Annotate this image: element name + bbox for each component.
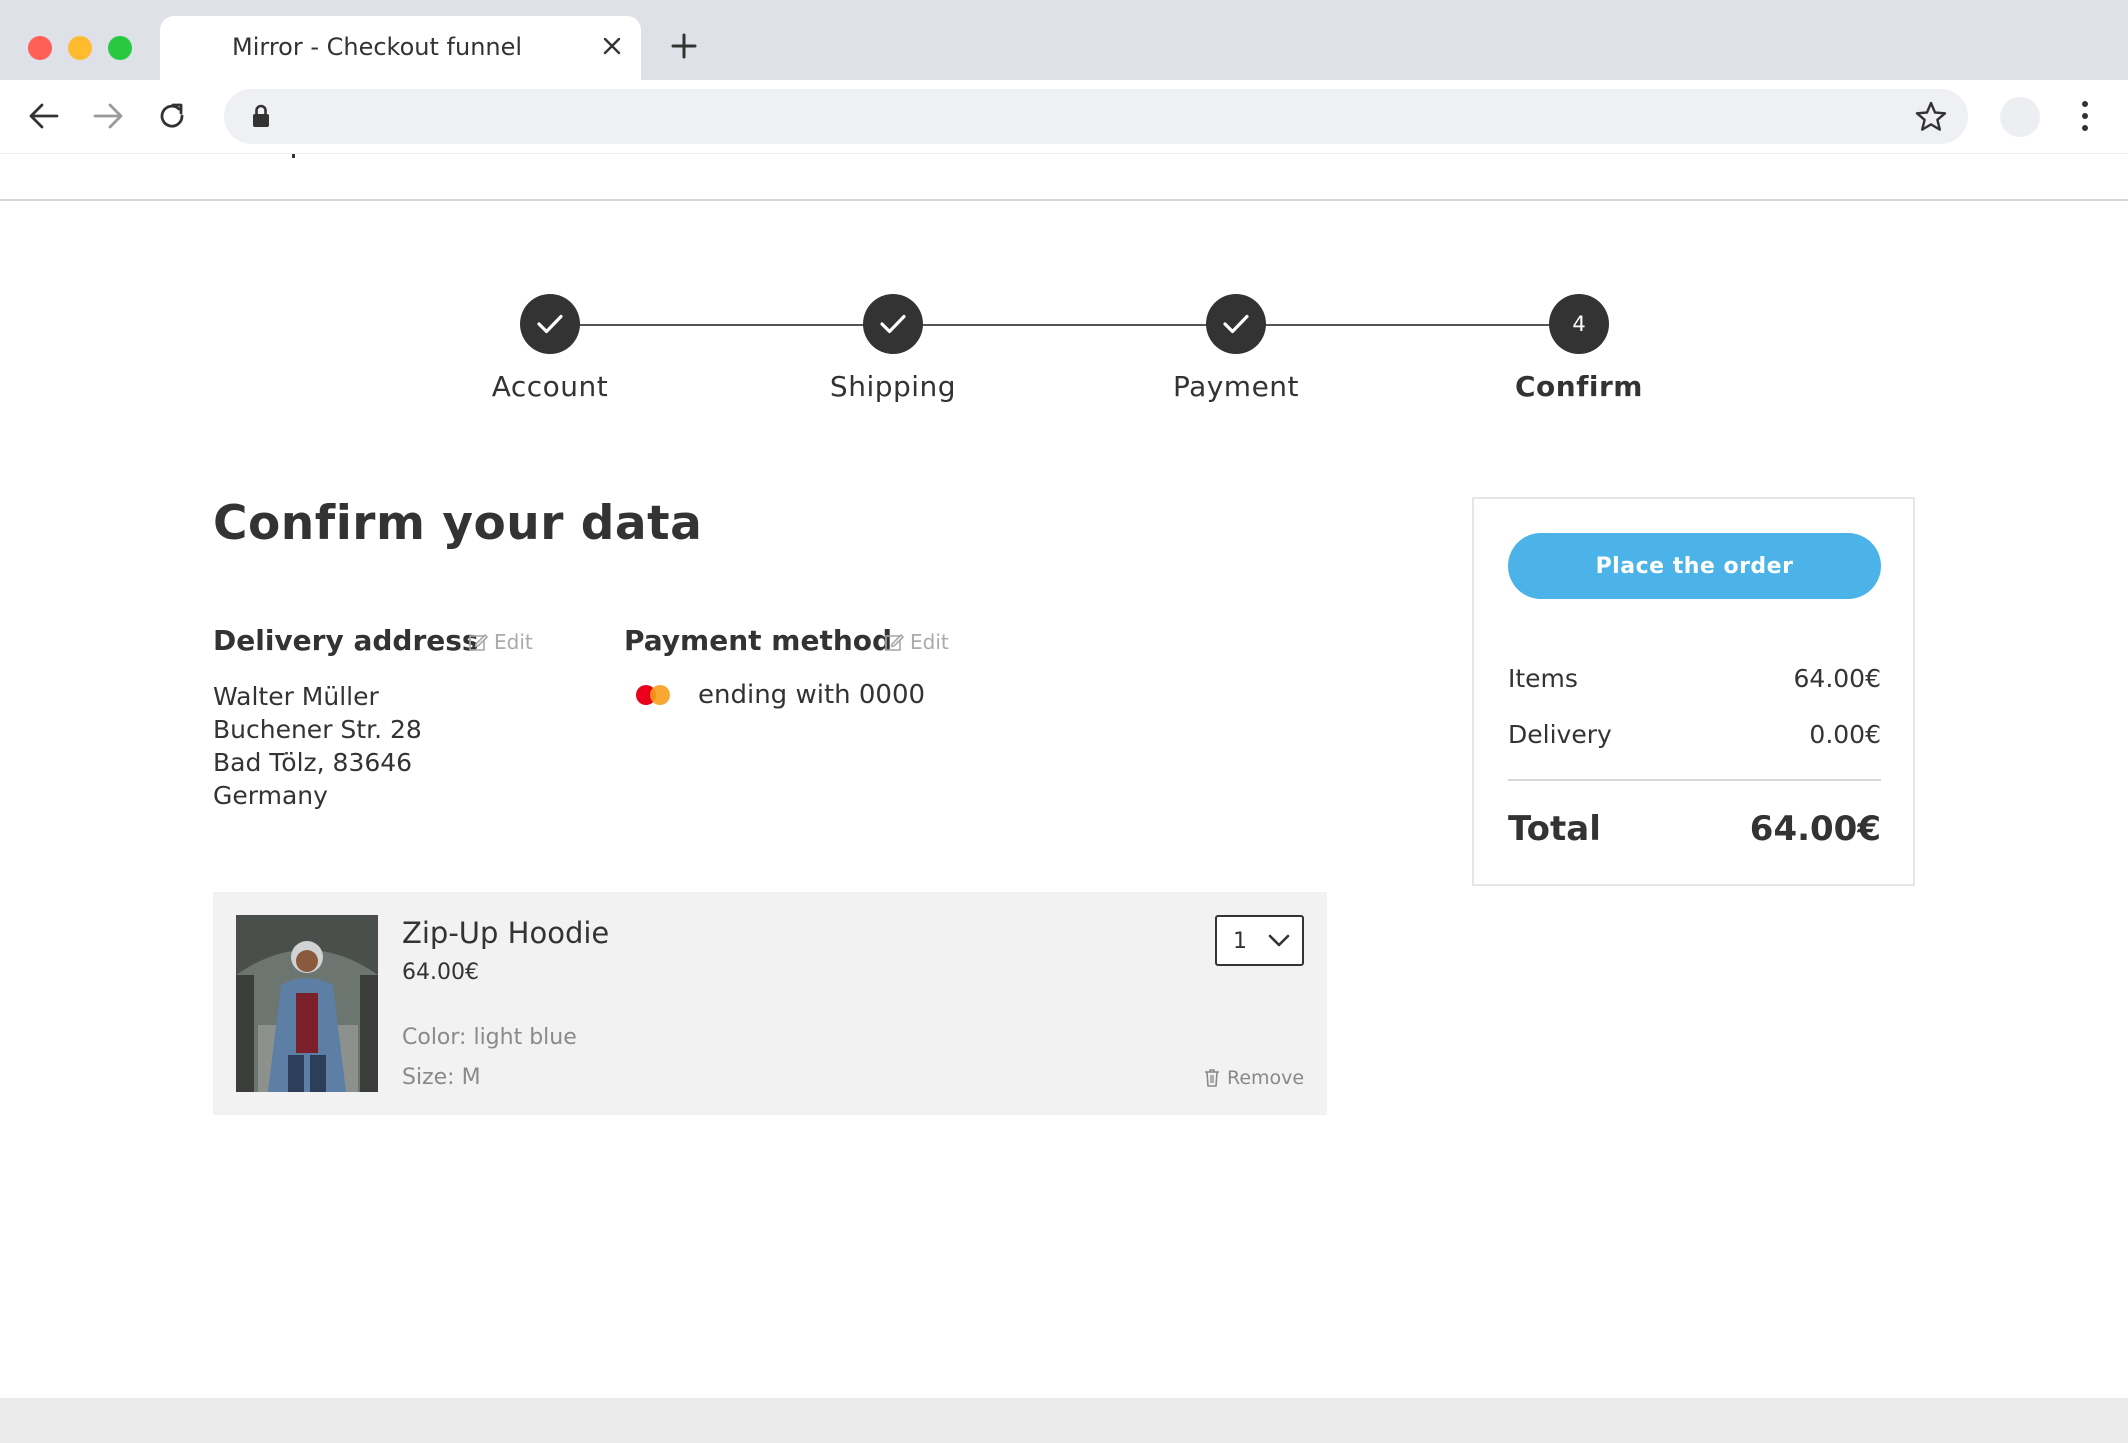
window-minimize-button[interactable] <box>68 36 92 60</box>
place-order-button[interactable]: Place the order <box>1508 533 1881 599</box>
step-shipping: Shipping <box>793 290 993 403</box>
summary-items-row: Items 64.00€ <box>1508 664 1881 693</box>
chevron-down-icon <box>1267 933 1291 949</box>
step-label: Confirm <box>1515 370 1643 403</box>
browser-tab[interactable]: Mirror - Checkout funnel <box>160 16 641 80</box>
items-value: 64.00€ <box>1793 664 1881 693</box>
address-name: Walter Müller <box>213 682 379 711</box>
product-price: 64.00€ <box>402 960 479 985</box>
edit-icon <box>469 634 488 651</box>
step-check-icon <box>520 294 580 354</box>
product-color: Color: light blue <box>402 1025 577 1050</box>
page-title: Confirm your data <box>213 496 703 551</box>
step-check-icon <box>863 294 923 354</box>
total-value: 64.00€ <box>1749 809 1881 849</box>
trash-icon <box>1205 1069 1219 1087</box>
edit-label: Edit <box>494 630 533 654</box>
step-payment: Payment <box>1136 290 1336 403</box>
address-street: Buchener Str. 28 <box>213 715 422 744</box>
step-confirm: 4 Confirm <box>1479 290 1679 403</box>
browser-menu-icon[interactable] <box>2070 96 2100 136</box>
product-size: Size: M <box>402 1065 481 1090</box>
delivery-address: Walter Müller Buchener Str. 28 Bad Tölz,… <box>213 680 422 812</box>
total-label: Total <box>1508 809 1601 849</box>
browser-tab-bar: Mirror - Checkout funnel <box>0 0 2128 80</box>
remove-label: Remove <box>1227 1067 1305 1089</box>
step-check-icon <box>1206 294 1266 354</box>
delivery-label: Delivery <box>1508 720 1612 749</box>
remove-item-button[interactable]: Remove <box>1203 1067 1304 1089</box>
order-summary: Place the order Items 64.00€ Delivery 0.… <box>1472 497 1915 886</box>
window-close-button[interactable] <box>28 36 52 60</box>
step-number: 4 <box>1549 294 1609 354</box>
step-label: Shipping <box>829 370 957 403</box>
close-icon[interactable] <box>598 32 626 60</box>
product-name[interactable]: Zip-Up Hoodie <box>402 916 609 950</box>
mastercard-icon <box>634 682 674 708</box>
payment-method: ending with 0000 <box>634 680 925 710</box>
site-header <box>0 154 2128 201</box>
address-country: Germany <box>213 781 328 810</box>
payment-method-heading: Payment method <box>624 624 893 657</box>
page-footer-band <box>0 1398 2128 1443</box>
summary-total-row: Total 64.00€ <box>1508 809 1881 849</box>
reload-icon[interactable] <box>152 96 192 136</box>
step-account: Account <box>450 290 650 403</box>
items-label: Items <box>1508 664 1578 693</box>
checkout-stepper: Account Shipping Payment 4 Confirm <box>0 290 2128 410</box>
site-header-fragment <box>292 154 295 158</box>
quantity-value: 1 <box>1233 929 1247 954</box>
edit-label: Edit <box>910 630 949 654</box>
card-ending-text: ending with 0000 <box>698 680 926 710</box>
forward-icon[interactable] <box>88 96 128 136</box>
quantity-select[interactable]: 1 <box>1215 915 1304 966</box>
browser-toolbar <box>0 80 2128 154</box>
profile-avatar[interactable] <box>2000 97 2040 137</box>
address-bar[interactable] <box>224 89 1968 144</box>
product-image[interactable] <box>236 915 378 1092</box>
window-zoom-button[interactable] <box>108 36 132 60</box>
summary-delivery-row: Delivery 0.00€ <box>1508 720 1881 749</box>
edit-payment-button[interactable]: Edit <box>884 630 949 654</box>
new-tab-icon[interactable] <box>668 30 700 62</box>
step-label: Account <box>491 370 609 403</box>
cart-item: Zip-Up Hoodie 64.00€ Color: light blue S… <box>213 892 1327 1115</box>
step-label: Payment <box>1172 370 1300 403</box>
delivery-address-heading: Delivery address <box>213 624 479 657</box>
delivery-value: 0.00€ <box>1809 720 1881 749</box>
edit-delivery-button[interactable]: Edit <box>468 630 533 654</box>
bookmark-star-icon[interactable] <box>1914 100 1948 134</box>
back-icon[interactable] <box>24 96 64 136</box>
tab-title: Mirror - Checkout funnel <box>232 33 523 61</box>
summary-divider <box>1508 779 1881 781</box>
lock-icon <box>250 103 272 129</box>
address-city: Bad Tölz, 83646 <box>213 748 413 777</box>
edit-icon <box>885 634 904 651</box>
